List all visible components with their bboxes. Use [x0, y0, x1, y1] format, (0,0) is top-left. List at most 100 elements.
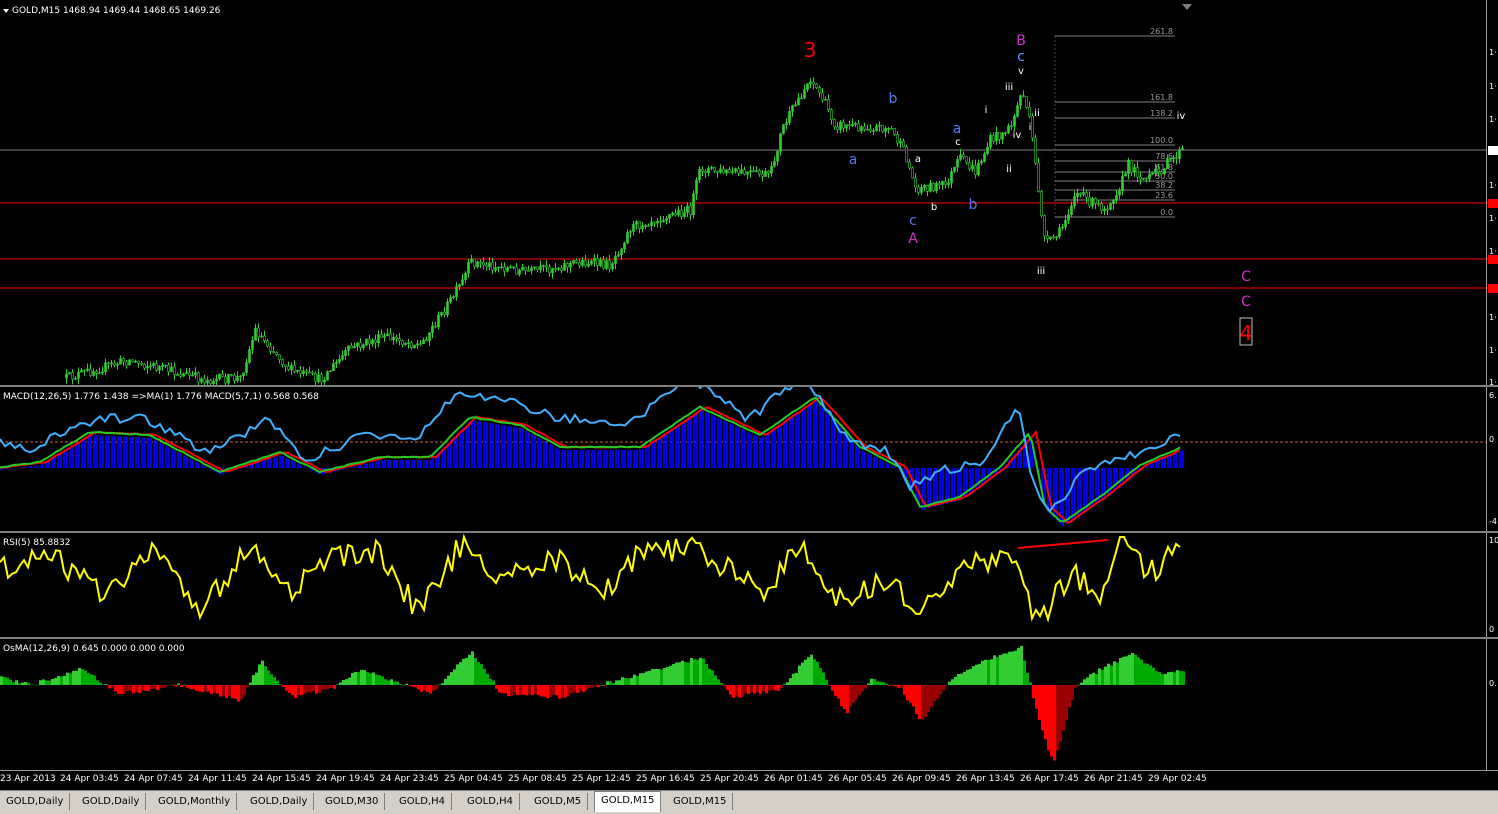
- macd-histogram-bar: [201, 465, 203, 468]
- osma-histogram-bar: [1131, 653, 1134, 685]
- chart-tab[interactable]: GOLD,Daily: [244, 793, 314, 810]
- macd-canvas[interactable]: [0, 387, 1486, 531]
- chart-tab[interactable]: GOLD,Daily: [0, 793, 70, 810]
- candle-body: [558, 268, 560, 269]
- osma-histogram-bar: [309, 685, 312, 692]
- candle-body: [945, 181, 947, 184]
- macd-histogram-bar: [375, 461, 377, 468]
- macd-histogram-bar: [492, 424, 494, 468]
- osma-histogram-bar: [243, 685, 246, 695]
- scroll-shift-icon[interactable]: [1182, 4, 1192, 10]
- chart-tab[interactable]: GOLD,M15: [667, 793, 733, 810]
- chart-tab[interactable]: GOLD,M15: [594, 791, 661, 812]
- time-axis[interactable]: 23 Apr 201324 Apr 03:4524 Apr 07:4524 Ap…: [0, 770, 1498, 791]
- osma-histogram-bar: [90, 674, 93, 685]
- wave-label: v: [1018, 66, 1024, 77]
- osma-histogram-bar: [618, 680, 621, 685]
- osma-histogram-bar: [1041, 685, 1044, 730]
- price-scale[interactable]: 1· 1· 1· 1· 1· 1· 1· 1· 1·: [1486, 0, 1498, 385]
- osma-histogram-bar: [621, 677, 624, 685]
- osma-panel[interactable]: OsMA(12,26,9) 0.645 0.000 0.000 0.000: [0, 639, 1486, 770]
- chart-tab[interactable]: GOLD,M5: [528, 793, 588, 810]
- candle-body: [744, 170, 746, 174]
- osma-histogram-bar: [1083, 679, 1086, 685]
- osma-histogram-bar: [585, 685, 588, 690]
- dropdown-triangle-icon[interactable]: [3, 9, 9, 13]
- price-chart-panel[interactable]: 261.8161.8138.2100.078.661.850.038.223.6…: [0, 0, 1486, 385]
- macd-histogram-bar: [162, 444, 164, 468]
- osma-histogram-bar: [9, 680, 12, 685]
- candle-body: [720, 169, 722, 172]
- osma-histogram-bar: [357, 672, 360, 685]
- candle-body: [1110, 204, 1112, 210]
- osma-histogram-bar: [105, 684, 108, 685]
- chart-tab[interactable]: GOLD,H4: [393, 793, 452, 810]
- osma-histogram-bar: [45, 680, 48, 685]
- candle-body: [1035, 138, 1037, 163]
- candle-body: [282, 360, 284, 365]
- macd-histogram-bar: [249, 465, 251, 468]
- macd-panel[interactable]: MACD(12,26,5) 1.776 1.438 =>MA(1) 1.776 …: [0, 387, 1486, 531]
- candle-body: [114, 363, 116, 365]
- wave-label: a: [849, 152, 858, 168]
- osma-scale[interactable]: 0.: [1486, 639, 1498, 770]
- candle-body: [864, 127, 866, 130]
- osma-histogram-bar: [714, 675, 717, 685]
- time-axis-label: 26 Apr 01:45: [764, 774, 823, 784]
- macd-scale[interactable]: 6. 0 -4: [1486, 387, 1498, 531]
- macd-histogram-bar: [72, 446, 74, 468]
- candle-body: [1179, 150, 1181, 159]
- osma-histogram-bar: [81, 669, 84, 685]
- macd-histogram-bar: [414, 460, 416, 468]
- macd-histogram-bar: [132, 437, 134, 468]
- rsi-canvas[interactable]: [0, 533, 1486, 637]
- osma-histogram-bar: [579, 685, 582, 690]
- osma-histogram-bar: [414, 685, 417, 687]
- chart-tab[interactable]: GOLD,Daily: [76, 793, 146, 810]
- candle-body: [162, 365, 164, 366]
- candle-body: [387, 334, 389, 336]
- osma-histogram-bar: [684, 662, 687, 685]
- macd-histogram-bar: [654, 441, 656, 468]
- osma-histogram-bar: [633, 675, 636, 685]
- rsi-scale[interactable]: 10 0: [1486, 533, 1498, 637]
- candle-body: [684, 213, 686, 217]
- macd-histogram-bar: [879, 460, 881, 469]
- candle-body: [495, 268, 497, 271]
- candle-body: [201, 379, 203, 382]
- macd-histogram-bar: [411, 460, 413, 468]
- rsi-panel[interactable]: RSI(5) 85.8832: [0, 533, 1486, 637]
- candle-body: [1062, 227, 1064, 228]
- candle-body: [585, 260, 587, 266]
- macd-histogram-bar: [63, 451, 65, 468]
- time-axis-label: 23 Apr 2013: [0, 774, 56, 784]
- candle-body: [192, 375, 194, 376]
- candle-body: [903, 141, 905, 147]
- chart-tab[interactable]: GOLD,H4: [461, 793, 520, 810]
- price-chart-canvas[interactable]: 261.8161.8138.2100.078.661.850.038.223.6…: [0, 0, 1486, 385]
- osma-histogram-bar: [681, 661, 684, 685]
- candle-body: [1176, 158, 1178, 159]
- price-tick: 1·: [1489, 115, 1497, 124]
- macd-histogram-bar: [642, 449, 644, 468]
- candle-body: [918, 187, 920, 193]
- macd-histogram-bar: [57, 455, 59, 468]
- macd-histogram-bar: [864, 452, 866, 468]
- candle-body: [240, 376, 242, 377]
- candle-body: [405, 343, 407, 344]
- macd-histogram-bar: [33, 466, 35, 468]
- candle-body: [942, 181, 944, 184]
- candle-body: [843, 122, 845, 128]
- osma-histogram-bar: [1122, 657, 1125, 685]
- candle-body: [750, 171, 752, 172]
- candle-body: [465, 273, 467, 279]
- chart-tab[interactable]: GOLD,M30: [319, 793, 385, 810]
- osma-canvas[interactable]: [0, 639, 1486, 770]
- rsi-line: [0, 537, 1180, 619]
- macd-histogram-bar: [84, 439, 86, 468]
- wave-label: a: [915, 154, 921, 165]
- macd-histogram-bar: [786, 420, 788, 468]
- candle-body: [570, 263, 572, 267]
- chart-tab[interactable]: GOLD,Monthly: [152, 793, 237, 810]
- candle-body: [600, 260, 602, 266]
